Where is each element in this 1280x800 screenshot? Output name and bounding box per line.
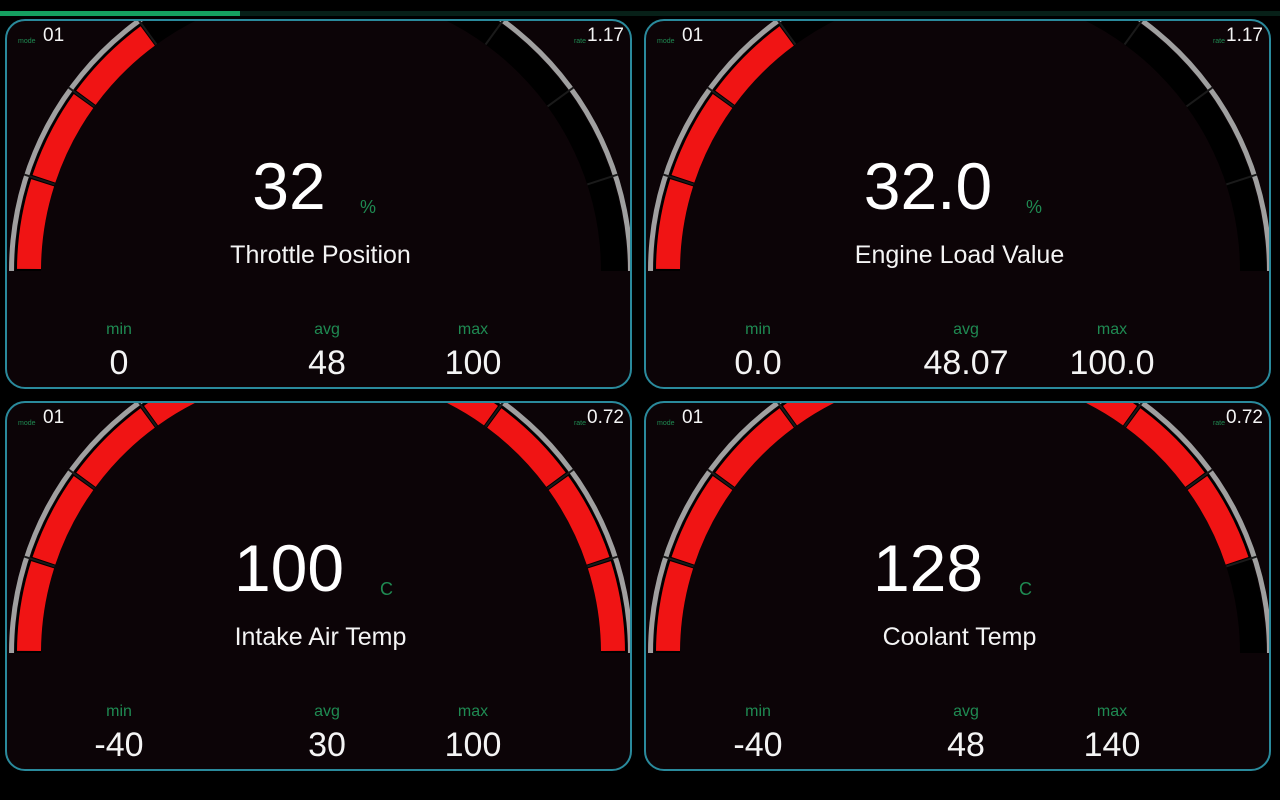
min-value: -40 <box>733 726 783 764</box>
min-value: 0.0 <box>734 344 782 382</box>
min-label: min <box>745 321 771 338</box>
engine-load-gauge: mode 01 rate 1.17 32.0% Engine Load Value min 0… <box>644 19 1271 389</box>
rate-value: 0.72 <box>1226 407 1263 428</box>
mode-value: 01 <box>682 407 704 428</box>
mode-label: mode <box>657 38 675 45</box>
unit-label: % <box>360 197 377 217</box>
min-label: min <box>745 703 771 720</box>
avg-value: 48 <box>308 344 346 382</box>
gauge-title: Coolant Temp <box>882 623 1037 651</box>
gauge-reading: 32 <box>252 149 326 223</box>
rate-label: rate <box>1212 420 1225 427</box>
rate-value: 1.17 <box>1226 25 1263 46</box>
gauge-reading: 32.0 <box>863 149 993 223</box>
gauge-segment-lit <box>144 403 196 426</box>
throttle-position-gauge: mode 01 rate 1.17 32% Throttle Position min 0 av… <box>5 19 632 389</box>
min-label: min <box>106 321 132 338</box>
gauge-title: Engine Load Value <box>854 241 1065 269</box>
avg-label: avg <box>314 703 340 720</box>
avg-label: avg <box>953 321 979 338</box>
mode-label: mode <box>657 420 675 427</box>
rate-value: 1.17 <box>587 25 624 46</box>
gauge-segment-lit <box>1085 403 1137 426</box>
avg-label: avg <box>953 703 979 720</box>
min-value: -40 <box>94 726 144 764</box>
rate-label: rate <box>573 420 586 427</box>
gauge-reading: 100 <box>233 531 345 605</box>
max-label: max <box>457 703 489 720</box>
min-label: min <box>106 703 132 720</box>
avg-value: 48.07 <box>923 344 1009 382</box>
avg-label: avg <box>314 321 340 338</box>
max-value: 140 <box>1083 726 1141 764</box>
max-label: max <box>1096 703 1128 720</box>
mode-label: mode <box>18 38 36 45</box>
gauge-segment-lit <box>446 403 498 426</box>
coolant-temp-gauge: mode 01 rate 0.72 128 C Coolant Temp min -40 avg 4… <box>644 401 1271 771</box>
unit-label: C <box>380 579 393 599</box>
max-value: 100.0 <box>1069 344 1155 382</box>
max-value: 100 <box>444 344 502 382</box>
max-label: max <box>457 321 489 338</box>
min-value: 0 <box>109 344 129 382</box>
mode-value: 01 <box>43 407 65 428</box>
max-label: max <box>1096 321 1128 338</box>
intake-air-temp-gauge: mode 01 rate 0.72 100 C Intake Air Temp min -40 a… <box>5 401 632 771</box>
gauge-reading: 128 <box>872 531 984 605</box>
rate-label: rate <box>1212 38 1225 45</box>
rate-label: rate <box>573 38 586 45</box>
mode-value: 01 <box>682 25 704 46</box>
unit-label: % <box>1026 197 1043 217</box>
avg-value: 30 <box>308 726 346 764</box>
unit-label: C <box>1019 579 1032 599</box>
gauge-title: Intake Air Temp <box>234 623 407 651</box>
rate-value: 0.72 <box>587 407 624 428</box>
mode-label: mode <box>18 420 36 427</box>
loading-progress-bar <box>0 11 1280 16</box>
gauge-segment-lit <box>783 403 835 426</box>
gauge-title: Throttle Position <box>230 241 411 269</box>
avg-value: 48 <box>947 726 985 764</box>
mode-value: 01 <box>43 25 65 46</box>
loading-progress-fill <box>0 11 240 16</box>
max-value: 100 <box>444 726 502 764</box>
